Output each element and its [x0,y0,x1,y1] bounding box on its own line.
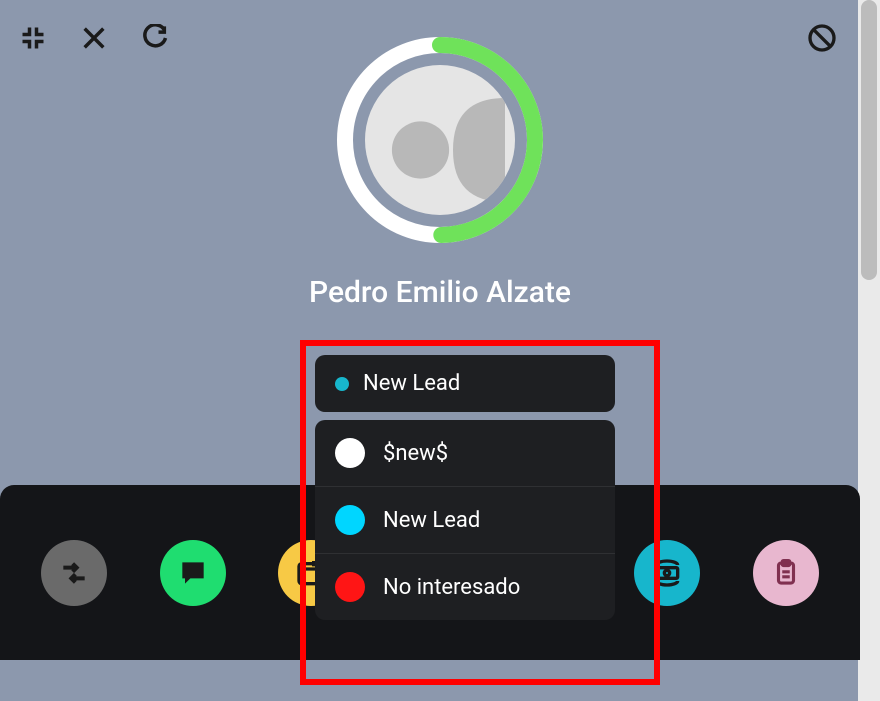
status-option-label: $new$ [383,441,448,466]
status-dot-icon [335,377,349,391]
status-selected-label: New Lead [363,371,460,396]
status-dot-icon [335,505,365,535]
profile-section: Pedro Emilio Alzate [0,30,880,310]
chat-icon [177,557,209,589]
chat-button[interactable] [160,540,226,606]
status-option[interactable]: No interesado [315,553,615,620]
status-option-label: No interesado [383,575,520,600]
progress-ring [330,30,550,250]
avatar [365,65,515,215]
clipboard-button[interactable] [753,540,819,606]
status-option-label: New Lead [383,508,480,533]
contact-name: Pedro Emilio Alzate [309,275,571,310]
status-dot-icon [335,572,365,602]
payment-button[interactable] [634,540,700,606]
cash-cycle-icon [651,557,683,589]
status-dropdown-list: $new$ New Lead No interesado [315,420,615,620]
status-dot-icon [335,438,365,468]
status-dropdown: New Lead $new$ New Lead No interesado [315,355,615,620]
status-dropdown-trigger[interactable]: New Lead [315,355,615,412]
clipboard-icon [771,558,801,588]
transfer-button[interactable] [41,540,107,606]
status-option[interactable]: New Lead [315,486,615,553]
status-option[interactable]: $new$ [315,420,615,486]
person-icon [375,85,505,215]
arrows-exchange-icon [58,557,90,589]
